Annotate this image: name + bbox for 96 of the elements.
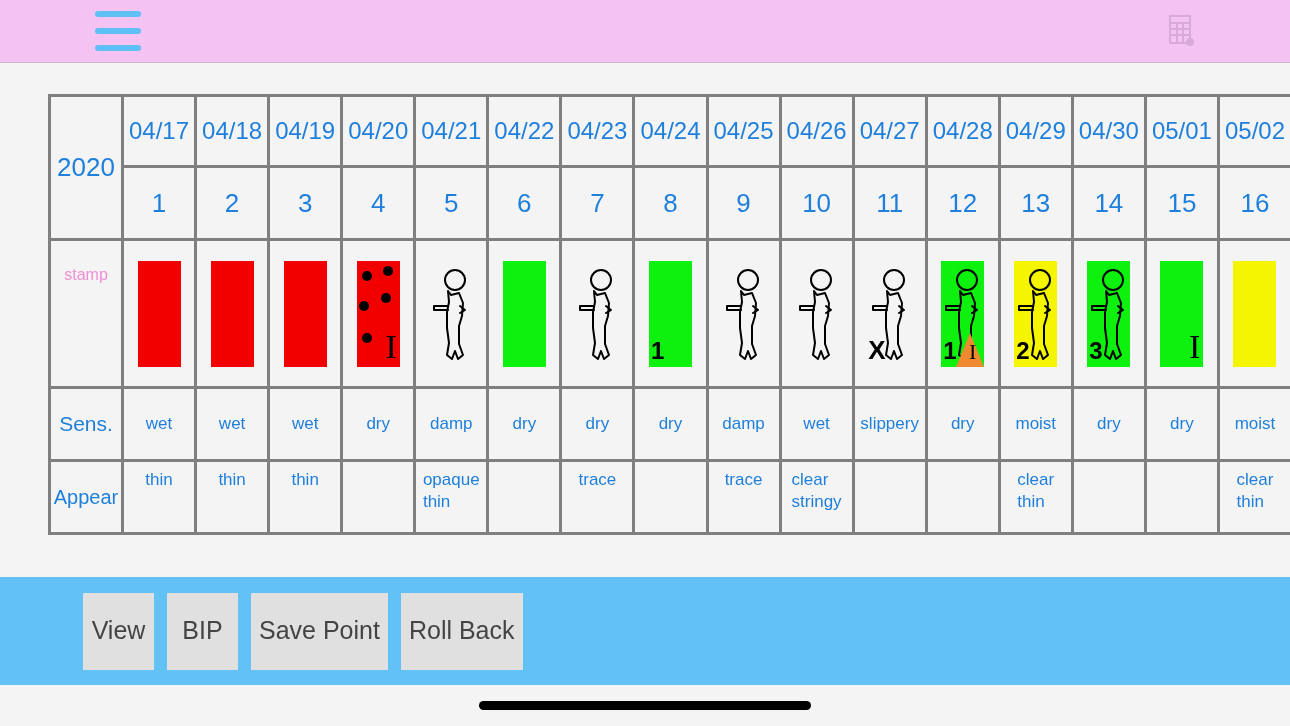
- date-cell: 04/17: [124, 97, 195, 165]
- date-cell: 04/18: [197, 97, 268, 165]
- date-cell: 04/26: [781, 97, 852, 165]
- day-number-cell: 14: [1073, 168, 1144, 238]
- stamp-cell[interactable]: [124, 241, 195, 386]
- appearance-cell: clear stringy: [781, 462, 852, 532]
- stamp-label-cell: stamp: [51, 241, 121, 386]
- day-number-cell: 13: [1000, 168, 1071, 238]
- stamp-cell[interactable]: 1: [635, 241, 706, 386]
- sensation-cell: dry: [1146, 389, 1217, 459]
- appearance-cell: opaque thin: [416, 462, 487, 532]
- appearance-cell: trace: [708, 462, 779, 532]
- date-cell: 04/21: [416, 97, 487, 165]
- appearance-cell: thin: [270, 462, 341, 532]
- cross-mark: X: [868, 336, 886, 363]
- stamp-cell[interactable]: 3: [1073, 241, 1144, 386]
- day-number-cell: 1: [124, 168, 195, 238]
- sensation-cell: dry: [635, 389, 706, 459]
- toolbar-button[interactable]: View: [83, 592, 154, 670]
- day-number-cell: 3: [270, 168, 341, 238]
- sensation-cell: dry: [343, 389, 414, 459]
- stamp-cell[interactable]: 1 I: [927, 241, 998, 386]
- date-cell: 05/02: [1219, 97, 1290, 165]
- sensation-cell: dry: [1073, 389, 1144, 459]
- appearance-cell: [927, 462, 998, 532]
- sensation-cell: moist: [1219, 389, 1290, 459]
- stamp-cell[interactable]: [708, 241, 779, 386]
- toolbar-button[interactable]: BIP: [167, 592, 238, 670]
- date-cell: 04/20: [343, 97, 414, 165]
- appearance-cell: clear thin: [1219, 462, 1290, 532]
- toolbar-button[interactable]: Save Point: [251, 592, 388, 670]
- day-number-cell: 2: [197, 168, 268, 238]
- date-cell: 04/30: [1073, 97, 1144, 165]
- date-cell: 04/24: [635, 97, 706, 165]
- appearance-cell: clear thin: [1000, 462, 1071, 532]
- date-cell: 05/01: [1146, 97, 1217, 165]
- stamp-number: 1: [650, 338, 665, 363]
- stamp-number: 3: [1089, 338, 1103, 363]
- day-number-cell: 4: [343, 168, 414, 238]
- year-cell: 2020: [51, 97, 121, 238]
- stamp-number: 2: [1016, 338, 1030, 363]
- day-number-cell: 10: [781, 168, 852, 238]
- appearance-cell: thin: [197, 462, 268, 532]
- stamp-letter: I: [1189, 329, 1201, 364]
- stamp-cell[interactable]: [416, 241, 487, 386]
- appearance-cell: [1146, 462, 1217, 532]
- appearance-cell: [1073, 462, 1144, 532]
- date-cell: 04/19: [270, 97, 341, 165]
- sensation-cell: wet: [197, 389, 268, 459]
- stamp-cell[interactable]: X: [854, 241, 925, 386]
- appearance-cell: [489, 462, 560, 532]
- date-cell: 04/27: [854, 97, 925, 165]
- appearance-cell: [343, 462, 414, 532]
- day-number-cell: 9: [708, 168, 779, 238]
- sensation-label-cell: Sens.: [51, 389, 121, 459]
- appearance-cell: [635, 462, 706, 532]
- appearance-label-cell: Appear: [51, 462, 121, 532]
- day-number-cell: 6: [489, 168, 560, 238]
- appearance-cell: thin: [124, 462, 195, 532]
- day-number-cell: 16: [1219, 168, 1290, 238]
- stamp-cell[interactable]: 2: [1000, 241, 1071, 386]
- stamp-cell[interactable]: I: [1146, 241, 1217, 386]
- sensation-cell: dry: [562, 389, 633, 459]
- sensation-cell: slippery: [854, 389, 925, 459]
- stamp-letter: I: [968, 340, 977, 363]
- date-cell: 04/22: [489, 97, 560, 165]
- stamp-cell[interactable]: I: [343, 241, 414, 386]
- appearance-cell: [854, 462, 925, 532]
- toolbar-button[interactable]: Roll Back: [400, 592, 523, 670]
- sensation-cell: wet: [270, 389, 341, 459]
- stamp-cell[interactable]: [781, 241, 852, 386]
- appearance-cell: trace: [562, 462, 633, 532]
- day-number-cell: 8: [635, 168, 706, 238]
- sensation-cell: dry: [489, 389, 560, 459]
- stamp-cell[interactable]: [489, 241, 560, 386]
- date-cell: 04/28: [927, 97, 998, 165]
- sensation-cell: dry: [927, 389, 998, 459]
- date-cell: 04/25: [708, 97, 779, 165]
- sensation-cell: wet: [124, 389, 195, 459]
- sensation-cell: damp: [708, 389, 779, 459]
- date-cell: 04/23: [562, 97, 633, 165]
- day-number-cell: 7: [562, 168, 633, 238]
- stamp-number: 1: [943, 338, 957, 363]
- date-cell: 04/29: [1000, 97, 1071, 165]
- stamp-cell[interactable]: [270, 241, 341, 386]
- day-number-cell: 15: [1146, 168, 1217, 238]
- sensation-cell: moist: [1000, 389, 1071, 459]
- sensation-cell: damp: [416, 389, 487, 459]
- day-number-cell: 5: [416, 168, 487, 238]
- sensation-cell: wet: [781, 389, 852, 459]
- stamp-letter: I: [385, 329, 397, 364]
- stamp-cell[interactable]: [1219, 241, 1290, 386]
- day-number-cell: 12: [927, 168, 998, 238]
- day-number-cell: 11: [854, 168, 925, 238]
- stamp-cell[interactable]: [562, 241, 633, 386]
- stamp-cell[interactable]: [197, 241, 268, 386]
